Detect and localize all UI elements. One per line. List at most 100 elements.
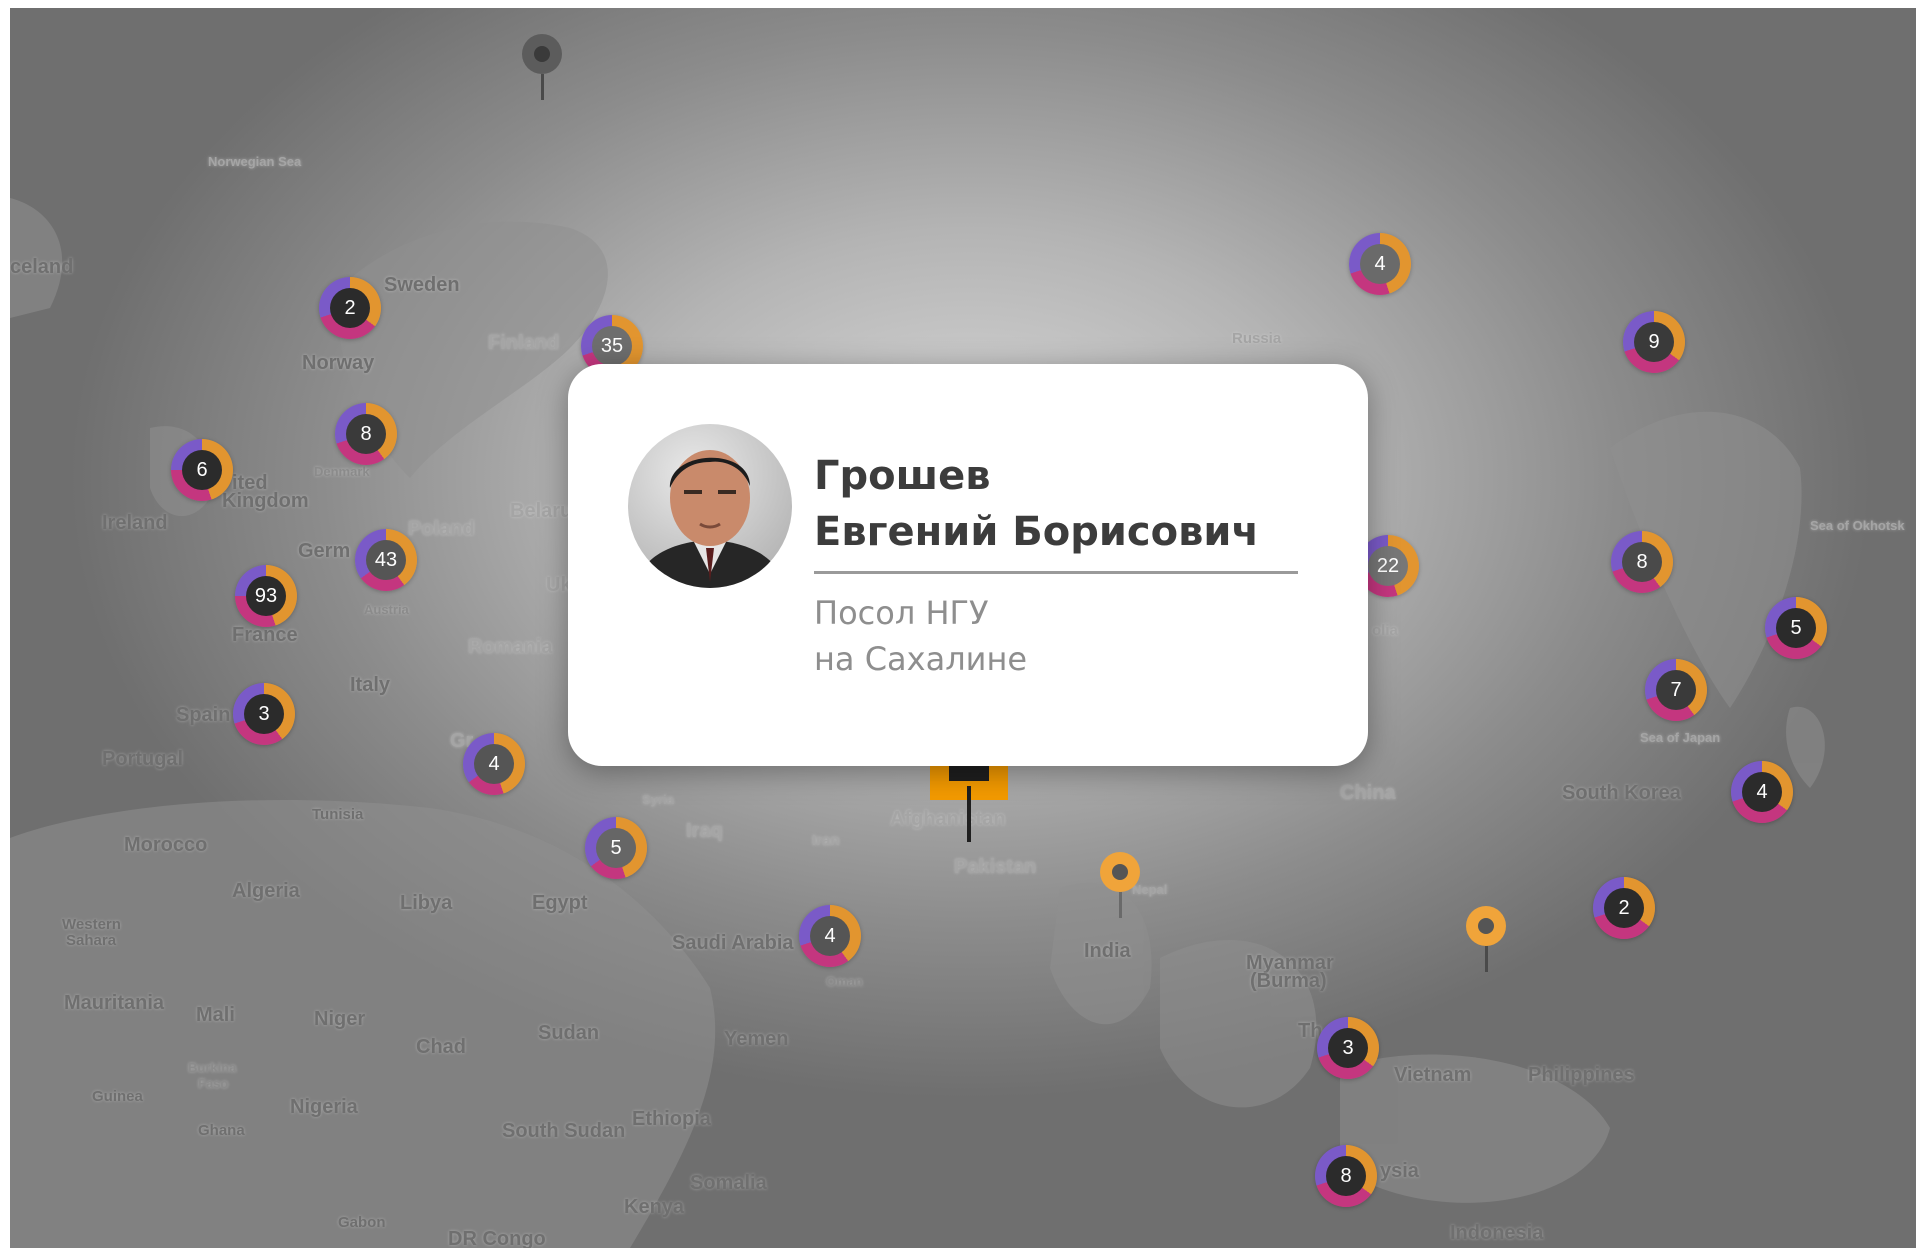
place-label-romania: Romania — [468, 636, 553, 658]
place-label-india: India — [1084, 940, 1131, 962]
place-label-iraq: Iraq — [686, 820, 723, 842]
cluster-marker[interactable]: 8 — [335, 403, 397, 465]
place-label-south-korea: South Korea — [1562, 782, 1681, 804]
place-label-syria: Syria — [642, 792, 674, 807]
place-label-france: France — [232, 624, 298, 646]
place-label-united-kingdom-2: Kingdom — [222, 490, 309, 512]
role-line-1: Посол НГУ — [814, 594, 989, 632]
place-label-austria: Austria — [364, 602, 409, 617]
cluster-marker[interactable]: 5 — [1765, 597, 1827, 659]
place-label-guinea: Guinea — [92, 1088, 143, 1105]
place-label-mali: Mali — [196, 1004, 235, 1026]
cluster-marker[interactable]: 8 — [1315, 1145, 1377, 1207]
cluster-count: 4 — [1742, 772, 1782, 812]
place-label-sudan: Sudan — [538, 1022, 600, 1044]
place-label-kenya: Kenya — [624, 1196, 685, 1218]
cluster-marker[interactable]: 6 — [171, 439, 233, 501]
cluster-marker[interactable]: 2 — [1593, 877, 1655, 939]
cluster-marker[interactable]: 43 — [355, 529, 417, 591]
person-role: Посол НГУ на Сахалине — [814, 590, 1294, 682]
place-label-vietnam: Vietnam — [1394, 1064, 1472, 1086]
cluster-marker[interactable]: 2 — [319, 277, 381, 339]
place-label-iceland: celand — [10, 256, 74, 278]
cluster-count: 2 — [1604, 888, 1644, 928]
cluster-count: 93 — [246, 576, 286, 616]
cluster-marker[interactable]: 7 — [1645, 659, 1707, 721]
cluster-count: 6 — [182, 450, 222, 490]
cluster-count: 4 — [1360, 244, 1400, 284]
place-label-ireland: Ireland — [102, 512, 168, 534]
place-label-libya: Libya — [400, 892, 453, 914]
place-label-tunisia: Tunisia — [312, 806, 364, 823]
person-popup-card: Грошев Евгений Борисович Посол НГУ на Са… — [568, 364, 1368, 766]
cluster-count: 8 — [1326, 1156, 1366, 1196]
place-label-burkina-faso-2: Faso — [198, 1076, 229, 1091]
cluster-count: 43 — [366, 540, 406, 580]
person-name: Грошев Евгений Борисович — [814, 448, 1294, 560]
pin-stem — [1118, 892, 1122, 918]
place-label-oman: Oman — [826, 974, 863, 989]
portrait-photo — [628, 424, 792, 588]
place-label-ghana: Ghana — [198, 1122, 245, 1139]
selected-marker-stem — [967, 786, 971, 842]
place-label-pakistan: Pakistan — [954, 856, 1037, 878]
location-pin[interactable] — [1100, 852, 1140, 918]
cluster-marker[interactable]: 3 — [233, 683, 295, 745]
place-label-spain: Spain — [176, 704, 231, 726]
pin-head — [1100, 852, 1140, 892]
person-given-names: Евгений Борисович — [814, 509, 1259, 555]
cluster-count: 2 — [330, 288, 370, 328]
place-label-italy: Italy — [350, 674, 391, 696]
place-label-western-sahara-1: Western — [62, 916, 121, 933]
cluster-count: 3 — [1328, 1028, 1368, 1068]
place-label-belarus: Belaru — [510, 500, 573, 522]
cluster-marker[interactable]: 4 — [463, 733, 525, 795]
place-label-chad: Chad — [416, 1036, 466, 1058]
cluster-marker[interactable]: 5 — [585, 817, 647, 879]
pin-head — [522, 34, 562, 74]
cluster-count: 22 — [1368, 546, 1408, 586]
place-label-gabon: Gabon — [338, 1214, 386, 1231]
cluster-count: 7 — [1656, 670, 1696, 710]
cluster-count: 35 — [592, 326, 632, 366]
cluster-marker[interactable]: 4 — [799, 905, 861, 967]
place-label-sea-of-japan: Sea of Japan — [1640, 730, 1721, 745]
place-label-ethiopia: Ethiopia — [632, 1108, 711, 1130]
cluster-marker[interactable]: 93 — [235, 565, 297, 627]
place-label-dr-congo: DR Congo — [448, 1228, 546, 1248]
place-label-sweden: Sweden — [384, 274, 460, 296]
place-label-sea-of-okhotsk: Sea of Okhotsk — [1810, 518, 1905, 533]
place-label-norwegian-sea: Norwegian Sea — [208, 154, 302, 169]
pin-head — [1466, 906, 1506, 946]
cluster-count: 5 — [1776, 608, 1816, 648]
pin-stem — [540, 74, 544, 100]
place-label-saudi-arabia: Saudi Arabia — [672, 932, 794, 954]
cluster-count: 9 — [1634, 322, 1674, 362]
place-label-algeria: Algeria — [232, 880, 300, 902]
place-label-mongolia: olia — [1372, 622, 1398, 639]
location-pin[interactable] — [522, 34, 562, 100]
place-label-philippines: Philippines — [1528, 1064, 1635, 1086]
place-label-south-sudan: South Sudan — [502, 1120, 626, 1142]
place-label-morocco: Morocco — [124, 834, 208, 856]
place-label-germany: Germ — [298, 540, 351, 562]
role-line-2: на Сахалине — [814, 640, 1028, 678]
cluster-count: 4 — [810, 916, 850, 956]
cluster-marker[interactable]: 4 — [1349, 233, 1411, 295]
cluster-count: 3 — [244, 694, 284, 734]
cluster-marker[interactable]: 9 — [1623, 311, 1685, 373]
place-label-niger: Niger — [314, 1008, 366, 1030]
cluster-count: 8 — [346, 414, 386, 454]
cluster-marker[interactable]: 8 — [1611, 531, 1673, 593]
place-label-iran: Iran — [812, 832, 840, 849]
place-label-finland: Finland — [488, 332, 560, 354]
place-label-denmark: Denmark — [314, 464, 370, 479]
place-label-poland: Poland — [408, 518, 475, 540]
cluster-marker[interactable]: 3 — [1317, 1017, 1379, 1079]
location-pin[interactable] — [1466, 906, 1506, 972]
place-label-norway: Norway — [302, 352, 375, 374]
cluster-marker[interactable]: 4 — [1731, 761, 1793, 823]
place-label-burkina-faso-1: Burkina — [188, 1060, 237, 1075]
place-label-nigeria: Nigeria — [290, 1096, 358, 1118]
place-label-mauritania: Mauritania — [64, 992, 165, 1014]
